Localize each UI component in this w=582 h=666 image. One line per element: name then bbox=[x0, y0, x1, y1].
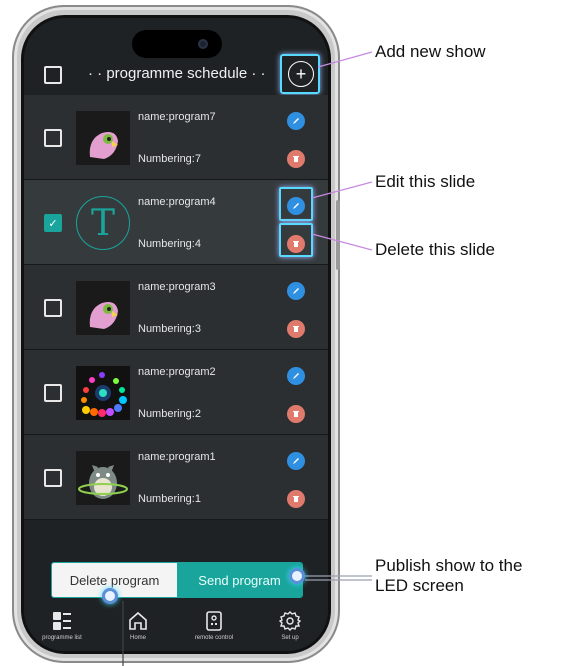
trash-icon[interactable] bbox=[287, 405, 305, 423]
trash-icon[interactable] bbox=[287, 235, 305, 253]
program-numbering: Numbering:7 bbox=[138, 153, 201, 165]
program-row[interactable]: ✓ T name:program4 Numbering:4 bbox=[24, 180, 328, 265]
list-icon bbox=[53, 612, 71, 630]
page-title: · · programme schedule · · bbox=[88, 65, 266, 82]
trash-icon[interactable] bbox=[287, 320, 305, 338]
callout-publish-line2: LED screen bbox=[375, 576, 464, 595]
header: · · programme schedule · · + bbox=[24, 54, 328, 94]
row-checkbox-checked[interactable]: ✓ bbox=[44, 214, 62, 232]
program-name: name:program7 bbox=[138, 111, 216, 123]
phone-screen: · · programme schedule · · + name:progra… bbox=[21, 15, 331, 654]
program-numbering: Numbering:4 bbox=[138, 238, 201, 250]
program-row[interactable]: name:program7 Numbering:7 bbox=[24, 95, 328, 180]
callout-edit-slide: Edit this slide bbox=[375, 172, 476, 191]
delete-pointer-dot bbox=[102, 588, 118, 604]
tab-label: programme list bbox=[42, 635, 82, 641]
side-button bbox=[336, 200, 340, 270]
tab-bar: programme list Home remote control Set u… bbox=[24, 608, 328, 651]
camera-icon bbox=[198, 39, 208, 49]
dynamic-island bbox=[132, 30, 222, 58]
trash-icon[interactable] bbox=[287, 150, 305, 168]
program-numbering: Numbering:1 bbox=[138, 493, 201, 505]
colorful-swirl-image bbox=[76, 366, 130, 420]
home-icon bbox=[129, 611, 147, 630]
tab-home[interactable]: Home bbox=[100, 608, 176, 651]
parrot-image bbox=[76, 281, 130, 335]
row-checkbox[interactable] bbox=[44, 469, 62, 487]
program-name: name:program4 bbox=[138, 196, 216, 208]
trash-icon[interactable] bbox=[287, 490, 305, 508]
program-numbering: Numbering:3 bbox=[138, 323, 201, 335]
edit-icon[interactable] bbox=[287, 112, 305, 130]
tab-label: Set up bbox=[281, 635, 299, 641]
gear-icon bbox=[279, 611, 301, 631]
parrot-image bbox=[76, 111, 130, 165]
tab-remote-control[interactable]: remote control bbox=[176, 608, 252, 651]
callout-add-show: Add new show bbox=[375, 42, 486, 61]
program-row[interactable]: name:program2 Numbering:2 bbox=[24, 350, 328, 435]
tab-label: remote control bbox=[194, 635, 234, 641]
remote-icon bbox=[206, 611, 222, 631]
tab-set-up[interactable]: Set up bbox=[252, 608, 328, 651]
send-pointer-dot bbox=[289, 568, 305, 584]
callout-publish-line1: Publish show to the bbox=[375, 556, 523, 575]
program-row[interactable]: name:program3 Numbering:3 bbox=[24, 265, 328, 350]
program-row[interactable]: name:program1 Numbering:1 bbox=[24, 435, 328, 520]
tab-programme-list[interactable]: programme list bbox=[24, 608, 100, 651]
program-list: name:program7 Numbering:7 ✓ T name:progr… bbox=[24, 95, 328, 520]
tab-label: Home bbox=[129, 635, 146, 641]
row-checkbox[interactable] bbox=[44, 299, 62, 317]
program-name: name:program3 bbox=[138, 281, 216, 293]
letter-thumbnail: T bbox=[76, 196, 130, 250]
send-program-button[interactable]: Send program bbox=[177, 563, 302, 597]
program-name: name:program1 bbox=[138, 451, 216, 463]
edit-icon[interactable] bbox=[287, 282, 305, 300]
totoro-image bbox=[76, 451, 130, 505]
plus-circle-icon[interactable]: + bbox=[288, 61, 314, 87]
edit-icon[interactable] bbox=[287, 197, 305, 215]
program-name: name:program2 bbox=[138, 366, 216, 378]
bottom-area: Delete program Send program programme li… bbox=[24, 523, 328, 651]
edit-icon[interactable] bbox=[287, 367, 305, 385]
edit-icon[interactable] bbox=[287, 452, 305, 470]
select-all-checkbox[interactable] bbox=[44, 66, 62, 84]
row-checkbox[interactable] bbox=[44, 129, 62, 147]
action-bar: Delete program Send program bbox=[51, 562, 303, 598]
program-numbering: Numbering:2 bbox=[138, 408, 201, 420]
callout-delete-slide: Delete this slide bbox=[375, 240, 496, 259]
row-checkbox[interactable] bbox=[44, 384, 62, 402]
